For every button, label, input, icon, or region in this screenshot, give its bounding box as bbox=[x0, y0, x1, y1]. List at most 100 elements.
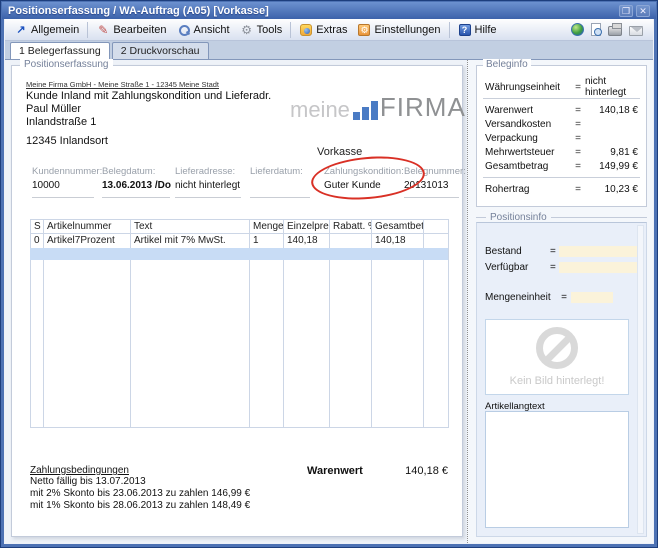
mengeneinheit-value-placeholder bbox=[571, 292, 613, 303]
logo-bars-icon bbox=[353, 101, 378, 120]
beleginfo-row-versandkosten: Versandkosten = bbox=[477, 117, 646, 131]
menu-label: Allgemein bbox=[31, 24, 79, 36]
extras-icon bbox=[299, 23, 313, 37]
cell-artikelnummer: Artikel7Prozent bbox=[44, 234, 131, 248]
menu-item-extras[interactable]: Extras bbox=[294, 21, 352, 39]
col-header-artikelnummer[interactable]: Artikelnummer bbox=[44, 220, 131, 234]
logo-text-firma: FIRMA bbox=[380, 92, 466, 123]
empty-row[interactable] bbox=[31, 274, 449, 288]
beleginfo-row-rohertrag: Rohertrag = 10,23 € bbox=[477, 182, 646, 196]
row-label: Bestand bbox=[485, 246, 547, 257]
positionserfassung-group: Positionserfassung Meine Firma GmbH - Me… bbox=[11, 65, 463, 537]
empty-row[interactable] bbox=[31, 400, 449, 414]
col-header-s[interactable]: S bbox=[31, 220, 44, 234]
menu-label: Ansicht bbox=[194, 24, 230, 36]
app-window: Positionserfassung / WA-Auftrag (A05) [V… bbox=[0, 0, 658, 548]
beleginfo-row-waehrungseinheit: Währungseinheit = nicht hinterlegt bbox=[477, 80, 646, 94]
selected-empty-row[interactable] bbox=[31, 248, 449, 260]
document-preview-icon[interactable] bbox=[591, 23, 601, 36]
menu-item-tools[interactable]: ⚙ Tools bbox=[235, 21, 288, 39]
row-value: 9,81 € bbox=[585, 147, 638, 158]
artikellangtext-box[interactable] bbox=[485, 411, 629, 528]
no-image-icon bbox=[536, 327, 578, 369]
field-lieferadresse[interactable]: Lieferadresse: nicht hinterlegt bbox=[175, 166, 241, 198]
divider bbox=[483, 177, 640, 178]
row-label: Mengeneinheit bbox=[485, 292, 557, 303]
no-image-text: Kein Bild hinterlegt! bbox=[510, 375, 605, 387]
maximize-button[interactable]: ❐ bbox=[619, 5, 633, 17]
beleginfo-row-mehrwertsteuer: Mehrwertsteuer = 9,81 € bbox=[477, 145, 646, 159]
cell-gesamtbetrag: 140,18 bbox=[372, 234, 424, 248]
globe-icon[interactable] bbox=[571, 23, 584, 36]
payment-terms-heading[interactable]: Zahlungsbedingungen bbox=[30, 465, 129, 476]
empty-row[interactable] bbox=[31, 386, 449, 400]
col-header-gesamtbetrag[interactable]: Gesamtbetrag bbox=[372, 220, 424, 234]
field-lieferdatum[interactable]: Lieferdatum: bbox=[250, 166, 310, 198]
col-header-einzelpreis[interactable]: Einzelpreis bbox=[284, 220, 330, 234]
payment-line: Netto fällig bis 13.07.2013 bbox=[30, 476, 146, 488]
row-value: nicht hinterlegt bbox=[585, 76, 638, 98]
logo-text-meine: meine bbox=[290, 97, 350, 123]
field-kundennummer[interactable]: Kundennummer: 10000 bbox=[32, 166, 94, 198]
equals-sign: = bbox=[547, 246, 559, 257]
positions-table[interactable]: S Artikelnummer Text Menge Einzelpreis R… bbox=[30, 219, 449, 428]
equals-sign: = bbox=[571, 119, 585, 130]
empty-row[interactable] bbox=[31, 414, 449, 428]
empty-row[interactable] bbox=[31, 372, 449, 386]
tab-druckvorschau[interactable]: 2 Druckvorschau bbox=[112, 42, 209, 59]
equals-sign: = bbox=[571, 147, 585, 158]
positionsinfo-group: Positionsinfo Bestand = Verfügbar = bbox=[476, 212, 647, 537]
equals-sign: = bbox=[547, 262, 559, 273]
equals-sign: = bbox=[557, 292, 571, 303]
menu-label: Bearbeiten bbox=[113, 24, 166, 36]
warenwert-total-value: 140,18 € bbox=[405, 465, 448, 477]
row-label: Verpackung bbox=[485, 133, 571, 144]
row-label: Rohertrag bbox=[485, 184, 571, 195]
close-button[interactable]: ✕ bbox=[636, 5, 650, 17]
cell-empty bbox=[424, 234, 449, 248]
cell-einzelpreis: 140,18 bbox=[284, 234, 330, 248]
positionsinfo-row-mengeneinheit: Mengeneinheit = bbox=[485, 289, 638, 305]
positionsinfo-row-bestand: Bestand = bbox=[485, 243, 638, 259]
menu-item-einstellungen[interactable]: ⚙ Einstellungen bbox=[352, 21, 445, 39]
menu-item-ansicht[interactable]: Ansicht bbox=[172, 21, 235, 39]
tab-belegerfassung[interactable]: 1 Belegerfassung bbox=[10, 42, 110, 60]
menu-label: Extras bbox=[316, 24, 347, 36]
table-row[interactable]: 0 Artikel7Prozent Artikel mit 7% MwSt. 1… bbox=[31, 234, 449, 248]
field-label: Kundennummer: bbox=[32, 166, 94, 177]
field-value: 10000 bbox=[32, 180, 94, 191]
row-label: Warenwert bbox=[485, 105, 571, 116]
empty-row[interactable] bbox=[31, 260, 449, 274]
empty-row[interactable] bbox=[31, 302, 449, 316]
row-value: 149,99 € bbox=[585, 161, 638, 172]
empty-row[interactable] bbox=[31, 316, 449, 330]
address-line: Paul Müller bbox=[26, 103, 81, 116]
empty-row[interactable] bbox=[31, 330, 449, 344]
col-header-rabatt[interactable]: Rabatt. % bbox=[330, 220, 372, 234]
title-bar[interactable]: Positionserfassung / WA-Auftrag (A05) [V… bbox=[2, 2, 656, 19]
field-label: Belegdatum: bbox=[102, 166, 170, 177]
window-title: Positionserfassung / WA-Auftrag (A05) [V… bbox=[8, 5, 269, 17]
beleginfo-label: Beleginfo bbox=[483, 59, 531, 70]
menu-item-hilfe[interactable]: ? Hilfe bbox=[453, 21, 502, 39]
menu-item-allgemein[interactable]: ↗ Allgemein bbox=[9, 21, 84, 39]
warenwert-total-label: Warenwert bbox=[307, 465, 363, 477]
col-header-menge[interactable]: Menge bbox=[250, 220, 284, 234]
panel-scrollbar[interactable] bbox=[637, 225, 644, 534]
empty-row[interactable] bbox=[31, 344, 449, 358]
menu-divider bbox=[290, 22, 291, 38]
field-belegdatum[interactable]: Belegdatum: 13.06.2013 /Do bbox=[102, 166, 170, 198]
cell-rabatt bbox=[330, 234, 372, 248]
printer-icon[interactable] bbox=[608, 26, 622, 36]
positionsinfo-panel: Bestand = Verfügbar = Mengeneinheit = bbox=[476, 222, 647, 537]
help-icon: ? bbox=[458, 23, 472, 37]
bestand-value-placeholder bbox=[559, 246, 638, 257]
menu-item-bearbeiten[interactable]: ✎ Bearbeiten bbox=[91, 21, 171, 39]
col-header-text[interactable]: Text bbox=[131, 220, 250, 234]
cell-menge: 1 bbox=[250, 234, 284, 248]
sender-line[interactable]: Meine Firma GmbH - Meine Straße 1 - 1234… bbox=[26, 80, 219, 89]
empty-row[interactable] bbox=[31, 288, 449, 302]
empty-row[interactable] bbox=[31, 358, 449, 372]
mail-icon[interactable] bbox=[629, 26, 643, 36]
settings-icon: ⚙ bbox=[357, 23, 371, 37]
